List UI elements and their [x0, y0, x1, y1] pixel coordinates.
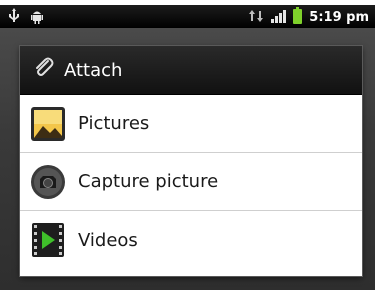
menu-item-pictures[interactable]: Pictures [20, 95, 362, 153]
menu-item-label: Capture picture [78, 171, 219, 192]
battery-icon [293, 7, 303, 28]
attach-dialog: Attach Pictures Capture picture Videos [20, 46, 362, 276]
menu-item-label: Pictures [78, 113, 150, 134]
android-debug-icon [30, 8, 44, 28]
data-transfer-icon [249, 8, 264, 27]
paperclip-icon [32, 56, 56, 84]
clock: 5:19 pm [309, 10, 369, 25]
usb-icon [8, 8, 20, 28]
camera-icon [30, 164, 66, 200]
status-bar: 5:19 pm [0, 5, 375, 28]
dialog-title: Attach [64, 59, 123, 81]
video-icon [30, 222, 66, 258]
dialog-header: Attach [20, 46, 362, 95]
menu-item-capture-picture[interactable]: Capture picture [20, 153, 362, 211]
gallery-icon [30, 106, 66, 142]
menu-item-label: Videos [78, 229, 138, 251]
menu-item-videos[interactable]: Videos [20, 211, 362, 269]
signal-icon [270, 8, 287, 28]
